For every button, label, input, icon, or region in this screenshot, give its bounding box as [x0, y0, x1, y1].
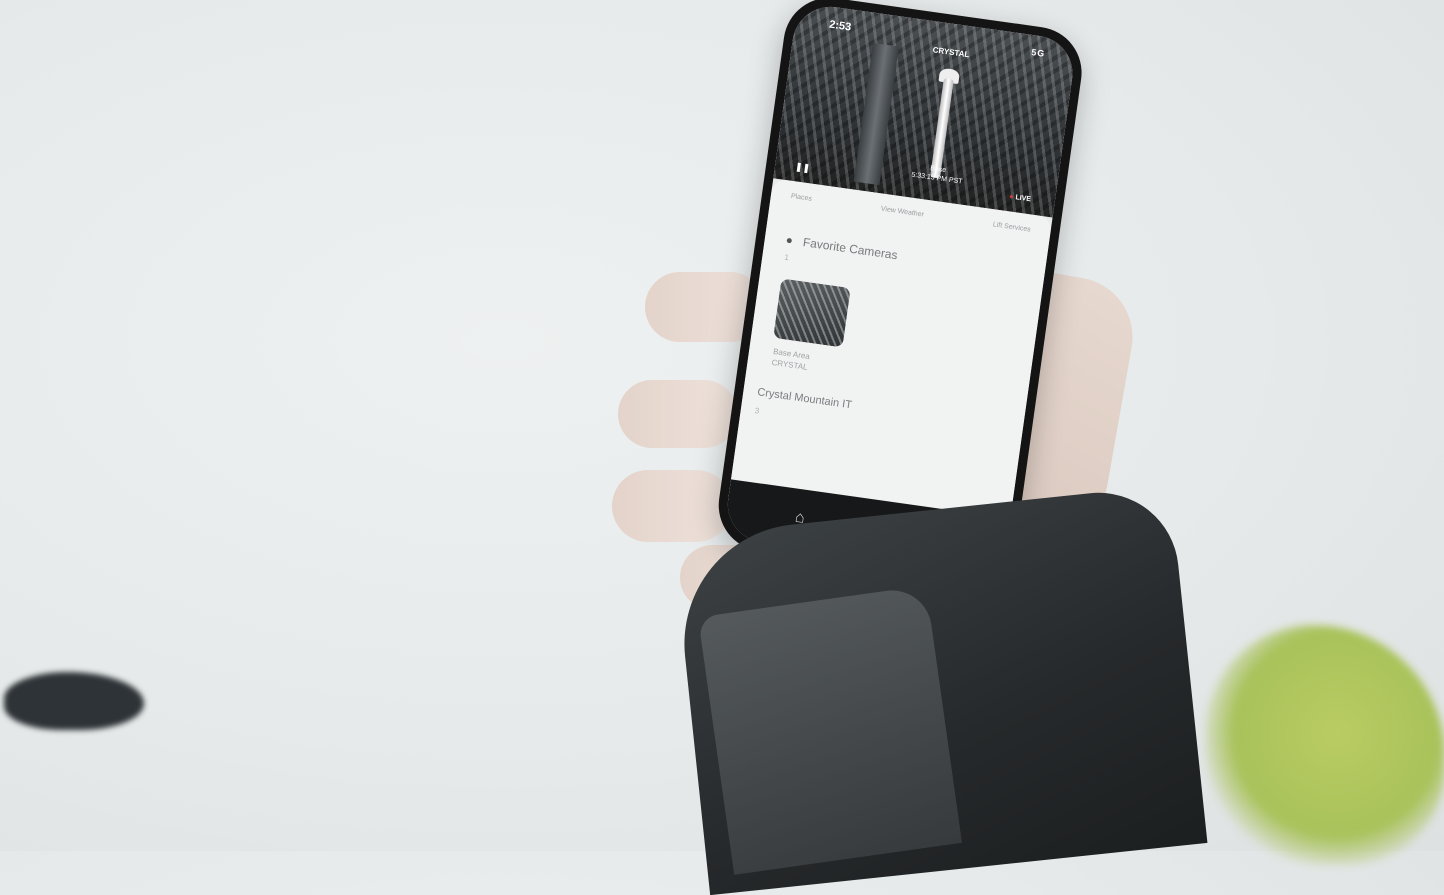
group-title[interactable]: Crystal Mountain IT: [757, 386, 853, 411]
blurred-green-object: [1205, 625, 1444, 865]
status-time: 2:53: [828, 18, 852, 34]
blurred-dark-object: [4, 672, 144, 730]
favorites-count: 1: [783, 252, 790, 263]
signal-indicator: 5G: [1030, 47, 1046, 59]
bullet-icon: [786, 238, 793, 244]
jacket-cuff: [698, 585, 962, 875]
favorites-title-text: Favorite Cameras: [802, 235, 899, 263]
favorites-title: Favorite Cameras: [786, 233, 899, 263]
tab-places[interactable]: Places: [784, 188, 819, 210]
favorite-camera-label: Base Area CRYSTAL: [771, 346, 811, 373]
snow-stake: [930, 78, 954, 179]
pause-icon[interactable]: ❚❚: [794, 161, 811, 174]
live-badge: LIVE: [1009, 193, 1031, 203]
group-count: 3: [754, 406, 760, 416]
finger: [612, 470, 732, 542]
scene: 2:53 5G CRYSTAL Base 5:33:15 PM PST ❚❚ L…: [0, 0, 1444, 895]
tab-view-weather[interactable]: View Weather: [873, 201, 930, 227]
content-sheet: Places View Weather Lift Services Favori…: [731, 178, 1053, 519]
finger: [618, 380, 738, 448]
tab-lift-services[interactable]: Lift Services: [985, 217, 1037, 242]
favorite-camera-thumbnail[interactable]: [773, 278, 851, 348]
